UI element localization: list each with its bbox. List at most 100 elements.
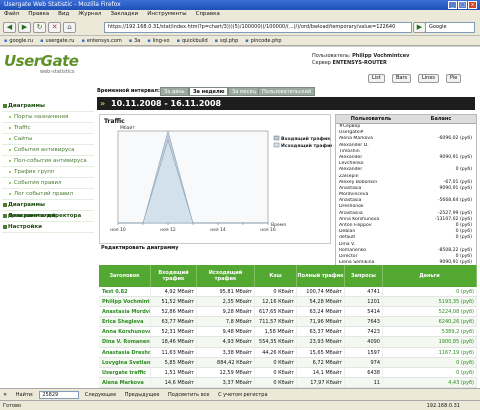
sidebar-item[interactable]: Порты назначения bbox=[2, 112, 94, 123]
table-cell: 9,48 Мбайт bbox=[197, 327, 255, 337]
column-header[interactable]: Заголовок bbox=[99, 265, 151, 287]
highlight-all-button[interactable]: Подсветить все bbox=[168, 392, 209, 398]
menu-item-6[interactable]: Справка bbox=[196, 11, 220, 17]
user-label: Пользователь: bbox=[312, 53, 351, 59]
bookmark-item[interactable]: google.ru bbox=[4, 38, 33, 44]
match-case-checkbox[interactable]: С учетом регистра bbox=[218, 392, 267, 398]
sidebar-item[interactable]: Сайты bbox=[2, 134, 94, 145]
view-lines-button[interactable]: Lines bbox=[418, 74, 440, 83]
home-button[interactable]: ⌂ bbox=[63, 22, 76, 33]
table-row[interactable]: Alena Markova 14,6 Мбайт 3,37 Мбайт 0 Кбайт… bbox=[99, 377, 477, 388]
menu-item-0[interactable]: Файл bbox=[4, 11, 19, 17]
sidebar-item[interactable]: Диаграммы bbox=[2, 101, 94, 112]
sidebar-item[interactable]: Пол-события антивируса bbox=[2, 156, 94, 167]
menu-item-1[interactable]: Правка bbox=[28, 11, 49, 17]
sidebar-item[interactable]: Traffic bbox=[2, 123, 94, 134]
view-bars-button[interactable]: Bars bbox=[392, 74, 412, 83]
bookmark-item[interactable]: ling-vo bbox=[147, 38, 169, 44]
users-col-balance: Баланс bbox=[430, 116, 452, 122]
sidebar-item[interactable]: Лог событий правил bbox=[2, 189, 94, 200]
table-cell: 4,93 Мбайт bbox=[197, 337, 255, 347]
column-header[interactable]: Полный трафик bbox=[297, 265, 345, 287]
column-header[interactable]: Деньги bbox=[383, 265, 477, 287]
tab-month[interactable]: За месяц bbox=[228, 87, 260, 96]
find-next-button[interactable]: Следующее bbox=[85, 392, 116, 398]
find-input[interactable]: 25829 bbox=[39, 390, 80, 399]
view-pie-button[interactable]: Pie bbox=[446, 74, 462, 83]
maximize-button[interactable]: □ bbox=[458, 1, 467, 9]
address-bar[interactable]: https://192.168.0.31/stat/index.html?p=c… bbox=[104, 22, 412, 33]
row-title-cell[interactable]: Dina V. Romanenko bbox=[99, 337, 151, 347]
table-row[interactable]: Anastasia Dreshonok11,63 Мбайт3,38 Мбайт… bbox=[99, 347, 477, 358]
find-prev-button[interactable]: Предыдущее bbox=[125, 392, 160, 398]
table-row[interactable]: Dina V. Romanenko 18,46 Мбайт 4,93 Мбайт 55… bbox=[99, 337, 477, 348]
usergate-logo: UserGate bbox=[4, 52, 79, 70]
column-header[interactable]: Входящий трафик bbox=[151, 265, 197, 287]
row-title-cell[interactable]: Erica Shegleva bbox=[99, 317, 151, 327]
row-title-cell[interactable]: Alena Markova bbox=[99, 377, 151, 387]
view-list-button[interactable]: List bbox=[368, 74, 385, 83]
row-title-cell[interactable]: Lovygina Svetlana bbox=[99, 357, 151, 367]
table-cell: 4,43 (руб) bbox=[383, 377, 477, 387]
close-window-button[interactable]: x bbox=[468, 1, 477, 9]
table-cell: 0 (руб) bbox=[383, 357, 477, 367]
bookmark-item[interactable]: usergate.ru bbox=[40, 38, 74, 44]
column-header[interactable]: Исходящий трафик bbox=[197, 265, 255, 287]
user-info: Пользователь: Philipp Vochmintcev Сервер… bbox=[312, 53, 409, 67]
row-title-cell[interactable]: Philipp Vochmintcev bbox=[99, 297, 151, 307]
x-tick-label: ноя 14 bbox=[210, 227, 226, 233]
legend-swatch bbox=[273, 135, 280, 141]
forward-button[interactable]: ▶ bbox=[18, 22, 31, 33]
menu-item-5[interactable]: Инструменты bbox=[147, 11, 186, 17]
sidebar-item[interactable]: Настройки bbox=[2, 222, 94, 233]
minimize-button[interactable]: _ bbox=[448, 1, 457, 9]
find-close-button[interactable]: ✕ bbox=[3, 392, 7, 398]
bookmark-item[interactable]: entensys.com bbox=[81, 38, 121, 44]
sidebar-item[interactable]: Диаграммы пользователей bbox=[2, 200, 94, 219]
table-cell: 5414 bbox=[345, 307, 383, 317]
table-cell: 3,37 Мбайт bbox=[197, 377, 255, 387]
window-titlebar: Usergate Web Statistic - Mozilla Firefox… bbox=[0, 0, 480, 10]
search-input[interactable]: Google bbox=[425, 22, 475, 33]
table-row[interactable]: Philipp Vochmintcev51,52 Мбайт2,35 Мбайт… bbox=[99, 297, 477, 308]
table-cell: 6438 bbox=[345, 367, 383, 377]
sidebar-item[interactable]: События правил bbox=[2, 178, 94, 189]
bookmark-item[interactable]: 3a bbox=[129, 38, 141, 44]
table-row[interactable]: Anna Korshunova 52,31 Мбайт 9,48 Мбайт 1,58… bbox=[99, 327, 477, 338]
row-title-cell[interactable]: Anastasia Mordvinceva bbox=[99, 307, 151, 317]
table-row[interactable]: Anastasia Mordvinceva52,86 Мбайт9,28 Мба… bbox=[99, 307, 477, 318]
sidebar-item[interactable]: Диаграммы директора bbox=[2, 211, 94, 222]
bookmark-item[interactable]: quickbuild bbox=[177, 38, 208, 44]
bookmark-item[interactable]: pincode.php bbox=[245, 38, 281, 44]
stop-button[interactable]: ✕ bbox=[48, 22, 61, 33]
tab-custom[interactable]: Пользовательский bbox=[258, 87, 316, 96]
row-title-cell[interactable]: Anna Korshunova bbox=[99, 327, 151, 337]
back-button[interactable]: ◀ bbox=[3, 22, 16, 33]
row-title-cell[interactable]: Test 0.82 bbox=[99, 287, 151, 297]
sidebar-item[interactable]: События антивируса bbox=[2, 145, 94, 156]
edit-chart-link[interactable]: Редактировать диаграмму bbox=[101, 245, 179, 251]
tab-day[interactable]: За день bbox=[160, 87, 189, 96]
table-cell: 4090 bbox=[345, 337, 383, 347]
table-cell: 5224,08 (руб) bbox=[383, 307, 477, 317]
table-row[interactable]: Test 0.82 4,92 Мбайт 95,81 Мбайт 0 Кбайт 100… bbox=[99, 287, 477, 298]
table-row[interactable]: Lovygina Svetlana 5,85 Мбайт 884,42 Кбайт 0… bbox=[99, 357, 477, 368]
table-row[interactable]: Erica Shegleva 63,77 Мбайт 7,8 Мбайт 711,57… bbox=[99, 317, 477, 328]
y-axis-unit: Мбайт bbox=[120, 124, 135, 131]
column-header[interactable]: Запросы bbox=[345, 265, 383, 287]
table-row[interactable]: Usergate traffic 1,51 Мбайт 12,59 Мбайт 0 К… bbox=[99, 367, 477, 378]
column-header[interactable]: Кэш bbox=[255, 265, 297, 287]
row-title-cell[interactable]: Usergate traffic bbox=[99, 367, 151, 377]
status-ip: 192.168.0.31 bbox=[426, 403, 460, 409]
table-cell: 4,92 Мбайт bbox=[151, 287, 197, 297]
menu-item-3[interactable]: Журнал bbox=[78, 11, 101, 17]
menu-item-4[interactable]: Закладки bbox=[110, 11, 138, 17]
find-label: Найти: bbox=[15, 392, 34, 398]
tab-week[interactable]: За неделю bbox=[189, 87, 229, 96]
menu-item-2[interactable]: Вид bbox=[58, 11, 69, 17]
reload-button[interactable]: ↻ bbox=[33, 22, 46, 33]
bookmark-item[interactable]: sql.php bbox=[215, 38, 239, 44]
table-cell: 6,72 Мбайт bbox=[297, 357, 345, 367]
sidebar-item[interactable]: Трафик групп bbox=[2, 167, 94, 178]
row-title-cell[interactable]: Anastasia Dreshonok bbox=[99, 347, 151, 357]
